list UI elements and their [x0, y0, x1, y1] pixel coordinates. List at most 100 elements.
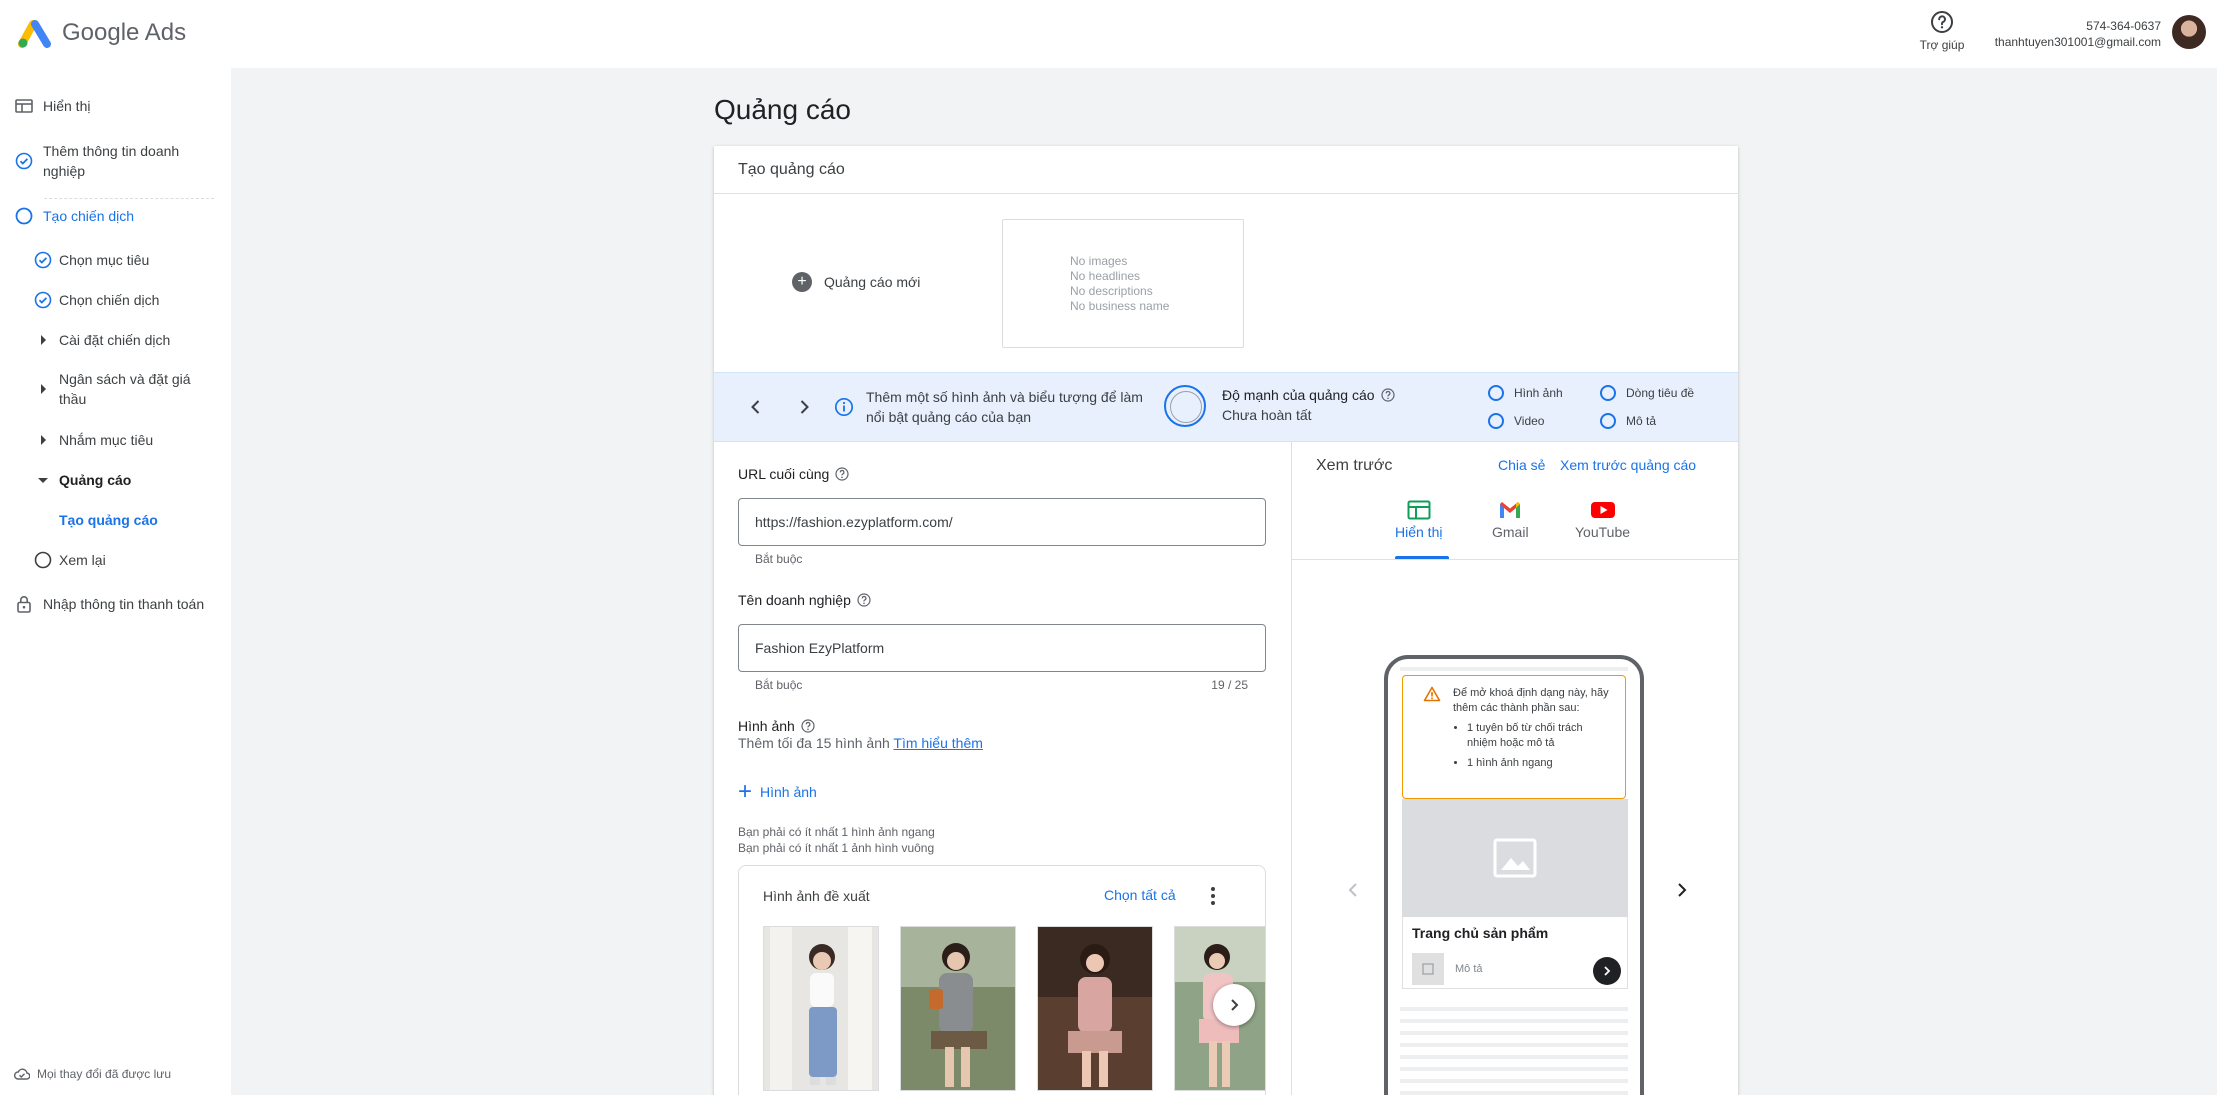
carousel-next-button[interactable]	[1213, 984, 1255, 1026]
circle-outline-icon	[1600, 413, 1616, 429]
caret-right-icon	[33, 430, 53, 450]
help-circle-icon[interactable]	[835, 467, 849, 481]
thumb-line: No headlines	[1070, 269, 1141, 283]
label-text: URL cuối cùng	[738, 466, 830, 482]
check-label: Hình ảnh	[1514, 386, 1563, 400]
app-name: Google Ads	[62, 19, 187, 46]
sidebar-item-campaign-settings[interactable]: Cài đặt chiến dịch	[33, 330, 170, 350]
add-image-button[interactable]: + Hình ảnh	[738, 780, 817, 804]
strength-check-video: Video	[1488, 413, 1544, 429]
avatar[interactable]	[2172, 15, 2206, 49]
sidebar-item-label: Cài đặt chiến dịch	[59, 332, 171, 348]
strength-gauge	[1164, 385, 1206, 427]
gmail-icon	[1500, 502, 1521, 518]
warning-item: 1 hình ảnh ngang	[1467, 756, 1615, 771]
placeholder-line	[1400, 1091, 1628, 1095]
google-ads-logo-icon	[18, 20, 51, 48]
placeholder-line	[1400, 1031, 1628, 1035]
help-button[interactable]: Trợ giúp	[1912, 8, 1972, 52]
suggested-images-title: Hình ảnh đề xuất	[763, 888, 870, 904]
chevron-left-icon[interactable]	[744, 395, 768, 419]
chevron-right-icon[interactable]	[792, 395, 816, 419]
strength-tip: Thêm một số hình ảnh và biểu tượng để là…	[866, 389, 1143, 425]
chevron-right-icon	[1231, 999, 1239, 1011]
requirement-landscape: Bạn phải có ít nhất 1 hình ảnh ngang	[738, 825, 935, 839]
sidebar-item-budget-bidding[interactable]: Ngân sách và đặt giá thầu	[33, 369, 213, 409]
sidebar-item-targeting[interactable]: Nhắm mục tiêu	[33, 430, 153, 450]
placeholder-line	[1400, 1055, 1628, 1059]
sidebar-item-display[interactable]: Hiển thị	[14, 96, 90, 116]
ad-thumbnail[interactable]: No images No headlines No descriptions N…	[1002, 219, 1244, 348]
preview-title: Xem trước	[1316, 457, 1393, 474]
card-title: Tạo quảng cáo	[714, 146, 1738, 194]
label-text: Tên doanh nghiệp	[738, 592, 851, 608]
help-circle-icon[interactable]	[857, 593, 871, 607]
check-label: Dòng tiêu đề	[1626, 386, 1695, 400]
image-icon	[1422, 963, 1434, 975]
chevron-left-icon[interactable]	[1346, 882, 1360, 898]
saved-status: Mọi thay đổi đã được lưu	[14, 1067, 171, 1081]
page-title: Quảng cáo	[714, 94, 851, 125]
suggested-images-panel: Hình ảnh đề xuất Chọn tất cả	[738, 865, 1266, 1095]
chevron-right-icon[interactable]	[1675, 882, 1689, 898]
preview-ad-button[interactable]: Xem trước quảng cáo	[1560, 457, 1696, 473]
sidebar-item-billing[interactable]: Nhập thông tin thanh toán	[14, 594, 204, 614]
new-ad-label: Quảng cáo mới	[824, 274, 921, 290]
suggested-image[interactable]	[900, 926, 1016, 1091]
strength-title: Độ mạnh của quảng cáo	[1222, 387, 1395, 403]
help-label: Trợ giúp	[1919, 38, 1965, 52]
divider	[44, 198, 214, 199]
final-url-input[interactable]: https://fashion.ezyplatform.com/	[738, 498, 1266, 546]
new-ad-button[interactable]: + Quảng cáo mới	[792, 272, 920, 292]
account-info[interactable]: 574-364-0637 thanhtuyen301001@gmail.com	[1995, 18, 2161, 50]
sidebar-item-label: Xem lại	[59, 552, 106, 568]
tab-label: Gmail	[1492, 524, 1529, 540]
sidebar-item-review[interactable]: Xem lại	[33, 550, 106, 570]
add-circle-icon: +	[792, 272, 812, 292]
ad-body: Trang chủ sản phẩm Mô tả	[1402, 917, 1628, 989]
strength-check-description: Mô tả	[1600, 413, 1656, 429]
final-url-hint: Bắt buộc	[755, 552, 803, 566]
final-url-label: URL cuối cùng	[738, 466, 849, 482]
tab-youtube[interactable]: YouTube	[1575, 500, 1630, 540]
ad-go-button[interactable]	[1593, 957, 1621, 985]
sidebar-item-choose-goal[interactable]: Chọn mục tiêu	[33, 250, 149, 270]
suggested-image[interactable]	[763, 926, 879, 1091]
share-button[interactable]: Chia sẻ	[1498, 457, 1545, 473]
more-vert-icon[interactable]	[1209, 886, 1217, 906]
placeholder-line	[1400, 1019, 1628, 1023]
thumb-line: No images	[1070, 254, 1128, 268]
sidebar-item-create-ad[interactable]: Tạo quảng cáo	[59, 510, 158, 530]
sidebar-item-business-info[interactable]: Thêm thông tin doanh nghiệp	[14, 141, 214, 181]
phone-preview: Để mở khoá định dạng này, hãy thêm các t…	[1384, 655, 1644, 1095]
strength-check-headlines: Dòng tiêu đề	[1600, 385, 1694, 401]
warning-list: 1 tuyên bố từ chối trách nhiệm hoặc mô t…	[1453, 721, 1615, 771]
images-desc-text: Thêm tối đa 15 hình ảnh	[738, 735, 890, 751]
sidebar-item-create-campaign[interactable]: Tạo chiến dịch	[14, 206, 134, 226]
ad-image-placeholder	[1402, 799, 1628, 917]
warning-text: Để mở khoá định dạng này, hãy thêm các t…	[1453, 687, 1609, 714]
sidebar: Hiển thị Thêm thông tin doanh nghiệp Tạo…	[0, 68, 231, 1095]
account-phone: 574-364-0637	[2086, 19, 2161, 33]
saved-status-label: Mọi thay đổi đã được lưu	[37, 1067, 171, 1081]
google-ads-logo[interactable]: Google Ads	[18, 18, 186, 48]
strength-title-label: Độ mạnh của quảng cáo	[1222, 387, 1375, 403]
tab-gmail[interactable]: Gmail	[1492, 500, 1529, 540]
sidebar-item-ads[interactable]: Quảng cáo	[33, 470, 131, 490]
placeholder-line	[1400, 1067, 1628, 1071]
help-circle-icon[interactable]	[1380, 388, 1395, 402]
business-name-input[interactable]: Fashion EzyPlatform	[738, 624, 1266, 672]
sidebar-item-choose-campaign[interactable]: Chọn chiến dịch	[33, 290, 159, 310]
youtube-icon	[1590, 502, 1615, 518]
suggested-image[interactable]	[1037, 926, 1153, 1091]
label-text: Hình ảnh	[738, 718, 795, 734]
learn-more-link[interactable]: Tìm hiểu thêm	[893, 735, 982, 751]
select-all-button[interactable]: Chọn tất cả	[1104, 887, 1176, 903]
circle-outline-icon	[1488, 385, 1504, 401]
tab-display[interactable]: Hiển thị	[1395, 500, 1442, 540]
help-circle-icon[interactable]	[801, 719, 815, 733]
circle-outline-icon	[1600, 385, 1616, 401]
chevron-right-icon	[1604, 966, 1611, 976]
lock-icon	[14, 594, 34, 614]
strength-check-images: Hình ảnh	[1488, 385, 1563, 401]
